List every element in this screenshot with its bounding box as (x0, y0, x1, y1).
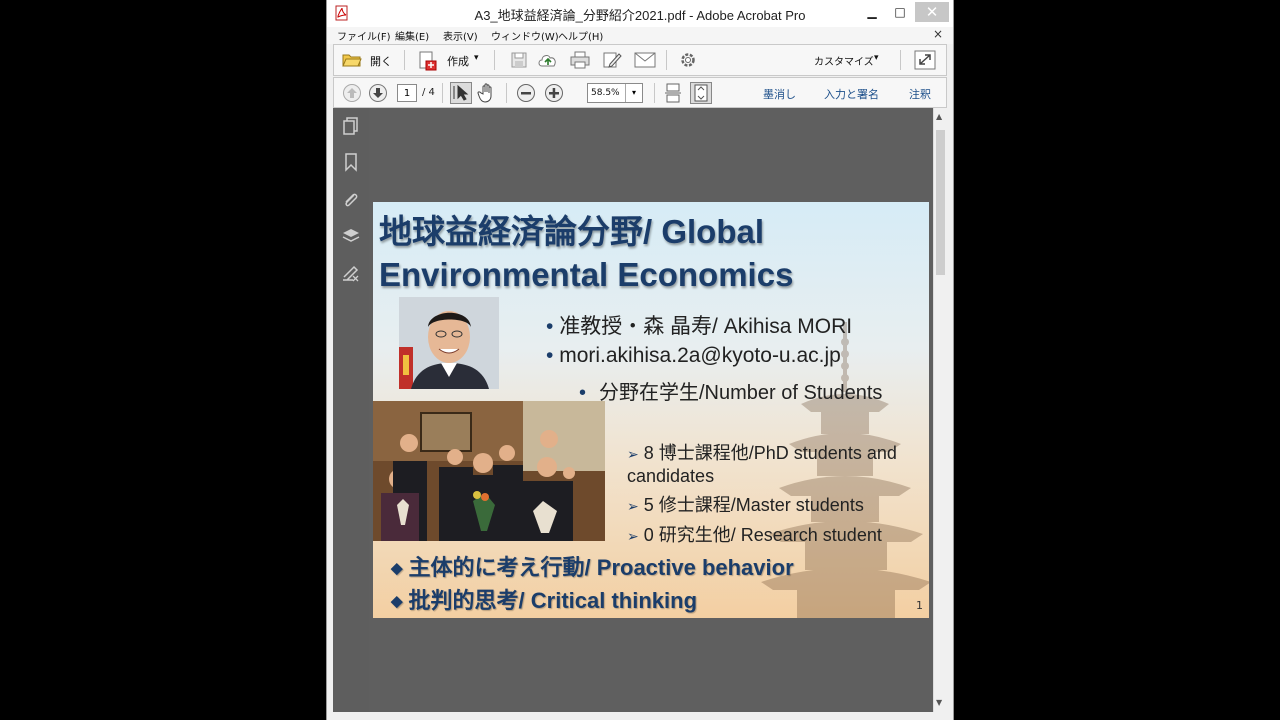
acrobat-window: A3_地球益経済論_分野紹介2021.pdf - Adobe Acrobat P… (326, 0, 954, 720)
pdf-page-slide: 地球益経済論分野/ Global Environmental Economics (373, 202, 929, 618)
bullet-dot: • (546, 344, 554, 367)
open-folder-icon[interactable] (342, 52, 362, 68)
scroll-up-arrow[interactable]: ▲ (936, 112, 942, 121)
toolbar-separator (506, 83, 507, 103)
toolbar-separator (654, 83, 655, 103)
diamond-bullet-icon: ◆ (391, 560, 403, 577)
email-icon[interactable] (634, 52, 656, 68)
page-total: / 4 (422, 87, 435, 98)
scrolling-mode-icon[interactable] (664, 83, 682, 103)
menu-bar: ファイル(F) 編集(E) 表示(V) ウィンドウ(W) ヘルプ(H) × (327, 27, 953, 44)
scroll-thumb[interactable] (936, 130, 945, 275)
expand-icon[interactable] (914, 50, 936, 70)
navigation-pane (333, 108, 369, 712)
bold-bullet-proactive: ◆ 主体的に考え行動/ Proactive behavior (391, 550, 794, 582)
print-icon[interactable] (570, 51, 590, 69)
zoom-out-icon[interactable] (516, 83, 536, 103)
minimize-button[interactable]: ▁ (859, 2, 885, 22)
gear-icon[interactable] (679, 51, 697, 69)
scroll-down-arrow[interactable]: ▼ (936, 698, 942, 707)
create-pdf-icon[interactable] (418, 51, 438, 71)
previous-page-icon[interactable] (342, 83, 362, 103)
slide-page-number: 1 (916, 599, 923, 612)
page-thumbnails-icon[interactable] (341, 116, 361, 136)
navigation-toolbar: 1 / 4 58.5% ▾ 墨消し 入力と署名 注釈 (333, 77, 947, 108)
email-text: mori.akihisa.2a@kyoto-u.ac.jp (559, 344, 841, 367)
title-bar: A3_地球益経済論_分野紹介2021.pdf - Adobe Acrobat P… (327, 0, 953, 27)
select-tool-icon[interactable] (450, 82, 472, 104)
toolbar-separator (442, 83, 443, 103)
sub-bullet-phd: ➢ 8 博士課程他/PhD students and candidates (627, 442, 907, 487)
toolbar-separator (900, 50, 901, 70)
professor-name: 准教授・森 晶寿/ Akihisa MORI (559, 315, 853, 338)
slide-title-line2: Environmental Economics (379, 256, 794, 293)
diamond-bullet-icon: ◆ (391, 593, 403, 610)
proactive-text: 主体的に考え行動/ Proactive behavior (408, 555, 794, 580)
bullet-professor: • 准教授・森 晶寿/ Akihisa MORI (546, 310, 852, 340)
hand-tool-icon[interactable] (477, 82, 497, 104)
portrait-photo (399, 297, 499, 389)
maximize-button[interactable]: □ (887, 2, 913, 22)
zoom-dropdown-arrow[interactable]: ▾ (625, 84, 642, 102)
next-page-icon[interactable] (368, 83, 388, 103)
edit-icon[interactable] (602, 51, 622, 69)
open-button[interactable]: 開く (370, 53, 392, 69)
close-document-button[interactable]: × (933, 27, 943, 41)
vertical-scrollbar[interactable]: ▲ ▼ (933, 108, 947, 712)
close-button[interactable]: ✕ (915, 2, 949, 22)
sub-bullet-arrow: ➢ (627, 446, 639, 462)
sub-bullet-research: ➢ 0 研究生他/ Research student (627, 524, 882, 547)
toolbar-separator (494, 50, 495, 70)
menu-file[interactable]: ファイル(F) (337, 28, 391, 43)
layers-icon[interactable] (341, 226, 361, 246)
document-view[interactable]: 地球益経済論分野/ Global Environmental Economics (369, 108, 933, 712)
cloud-upload-icon[interactable] (537, 51, 559, 69)
fit-page-icon[interactable] (690, 82, 712, 104)
slide-title-line1: 地球益経済論分野/ Global (379, 213, 765, 250)
bold-bullet-critical: ◆ 批判的思考/ Critical thinking (391, 583, 697, 615)
research-students-text: 0 研究生他/ Research student (643, 525, 882, 545)
zoom-level-select[interactable]: 58.5% ▾ (587, 83, 643, 103)
group-photo (373, 401, 605, 541)
menu-view[interactable]: 表示(V) (443, 28, 478, 43)
comment-button[interactable]: 注釈 (909, 86, 931, 102)
attachments-icon[interactable] (341, 190, 361, 210)
signatures-icon[interactable] (341, 264, 361, 284)
create-button[interactable]: 作成 (447, 53, 469, 69)
customize-dropdown-arrow[interactable]: ▾ (874, 53, 879, 63)
bookmarks-icon[interactable] (341, 152, 361, 172)
critical-text: 批判的思考/ Critical thinking (408, 588, 698, 613)
toolbar-separator (404, 50, 405, 70)
sub-bullet-master: ➢ 5 修士課程/Master students (627, 494, 864, 517)
bullet-email: • mori.akihisa.2a@kyoto-u.ac.jp (546, 344, 841, 368)
zoom-in-icon[interactable] (544, 83, 564, 103)
menu-window[interactable]: ウィンドウ(W) (491, 28, 559, 43)
save-icon[interactable] (510, 51, 528, 69)
sub-bullet-arrow: ➢ (627, 528, 639, 544)
page-number-input[interactable]: 1 (397, 84, 417, 102)
master-students-text: 5 修士課程/Master students (643, 495, 864, 515)
customize-button[interactable]: カスタマイズ (814, 53, 874, 68)
bullet-dot: • (579, 382, 587, 404)
bullet-dot: • (546, 315, 554, 338)
students-heading: 分野在学生/Number of Students (599, 382, 883, 404)
sub-bullet-arrow: ➢ (627, 498, 639, 514)
toolbar-separator (666, 50, 667, 70)
slide-title: 地球益経済論分野/ Global Environmental Economics (379, 210, 879, 296)
zoom-level-value: 58.5% (591, 88, 620, 98)
create-dropdown-arrow[interactable]: ▾ (474, 53, 479, 63)
fill-sign-button[interactable]: 入力と署名 (824, 86, 879, 102)
menu-edit[interactable]: 編集(E) (395, 28, 429, 43)
phd-students-text: 8 博士課程他/PhD students and candidates (627, 443, 897, 486)
main-toolbar: 開く 作成 ▾ カスタマイズ ▾ (333, 44, 947, 76)
redact-button[interactable]: 墨消し (763, 86, 796, 102)
menu-help[interactable]: ヘルプ(H) (558, 28, 603, 43)
bullet-students: • 分野在学生/Number of Students (579, 380, 899, 407)
